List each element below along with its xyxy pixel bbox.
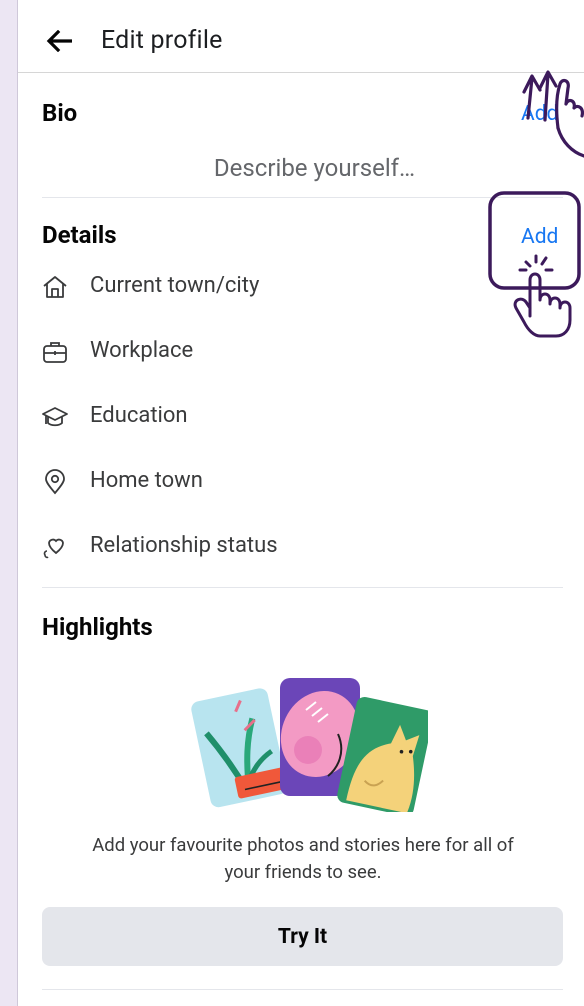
highlights-illustration [191,678,428,812]
divider [42,197,563,198]
detail-label: Education [90,403,188,428]
detail-label: Relationship status [90,533,278,558]
hearts-icon [43,538,64,559]
details-add-link[interactable]: Add [521,225,558,249]
caption-line: Add your favourite photos and stories he… [92,834,514,856]
page-title: Edit profile [101,26,223,55]
divider [42,587,563,588]
top-bar: Edit profile [18,0,584,73]
try-it-button[interactable]: Try It [42,907,563,966]
briefcase-icon [43,342,67,363]
detail-row-current-city[interactable]: Current town/city [42,268,442,308]
location-pin-icon [45,469,65,495]
detail-label: Current town/city [90,273,260,298]
home-icon [43,276,67,298]
graduation-cap-icon [42,407,68,427]
highlights-caption: Add your favourite photos and stories he… [58,832,548,886]
caption-line: your friends to see. [224,861,382,883]
highlights-section-title: Highlights [42,613,153,641]
details-section-title: Details [42,221,117,249]
detail-label: Home town [90,468,203,493]
detail-label: Workplace [90,338,194,363]
detail-row-relationship[interactable]: Relationship status [42,528,442,568]
edit-profile-screen: Edit profile Bio Add Describe yourself… … [17,0,584,1006]
back-arrow-icon[interactable] [46,30,72,52]
detail-row-home-town[interactable]: Home town [42,463,442,503]
divider [42,989,563,990]
detail-row-workplace[interactable]: Workplace [42,333,442,373]
detail-row-education[interactable]: Education [42,398,442,438]
bio-add-link[interactable]: Add [521,102,558,126]
bio-placeholder[interactable]: Describe yourself… [18,154,584,182]
bio-section-title: Bio [42,99,78,127]
